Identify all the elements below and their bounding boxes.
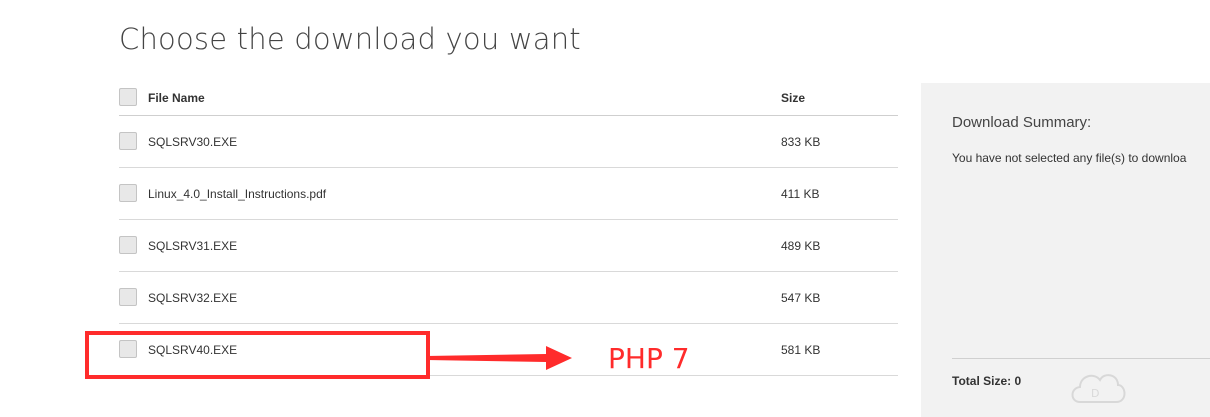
file-name: SQLSRV32.EXE xyxy=(148,291,238,305)
file-name: Linux_4.0_Install_Instructions.pdf xyxy=(148,187,327,201)
table-row: SQLSRV31.EXE 489 KB xyxy=(119,220,898,272)
summary-message: You have not selected any file(s) to dow… xyxy=(952,151,1187,165)
svg-text:D: D xyxy=(1091,387,1099,400)
column-header-file-name: File Name xyxy=(148,91,205,105)
column-header-size: Size xyxy=(781,91,806,105)
file-size: 411 KB xyxy=(781,187,820,201)
file-name: SQLSRV30.EXE xyxy=(148,135,238,149)
summary-divider xyxy=(952,358,1210,359)
file-checkbox[interactable] xyxy=(119,132,137,150)
summary-title: Download Summary: xyxy=(952,114,1092,131)
file-checkbox[interactable] xyxy=(119,236,137,254)
select-all-checkbox[interactable] xyxy=(119,88,137,106)
table-header-row: File Name Size xyxy=(119,72,898,116)
cloud-logo-icon: D xyxy=(1071,374,1126,403)
file-name: SQLSRV31.EXE xyxy=(148,239,238,253)
file-checkbox[interactable] xyxy=(119,184,137,202)
table-row: Linux_4.0_Install_Instructions.pdf 411 K… xyxy=(119,168,898,220)
annotation-label: PHP 7 xyxy=(608,342,690,375)
file-checkbox[interactable] xyxy=(119,288,137,306)
total-size: Total Size: 0 xyxy=(952,374,1022,388)
file-size: 581 KB xyxy=(781,343,821,357)
arrow-right-icon xyxy=(426,346,572,370)
page-title: Choose the download you want xyxy=(119,22,581,56)
file-size: 833 KB xyxy=(781,135,821,149)
file-size: 489 KB xyxy=(781,239,821,253)
table-row: SQLSRV32.EXE 547 KB xyxy=(119,272,898,324)
table-row: SQLSRV30.EXE 833 KB xyxy=(119,116,898,168)
file-size: 547 KB xyxy=(781,291,821,305)
highlight-box xyxy=(85,331,430,379)
